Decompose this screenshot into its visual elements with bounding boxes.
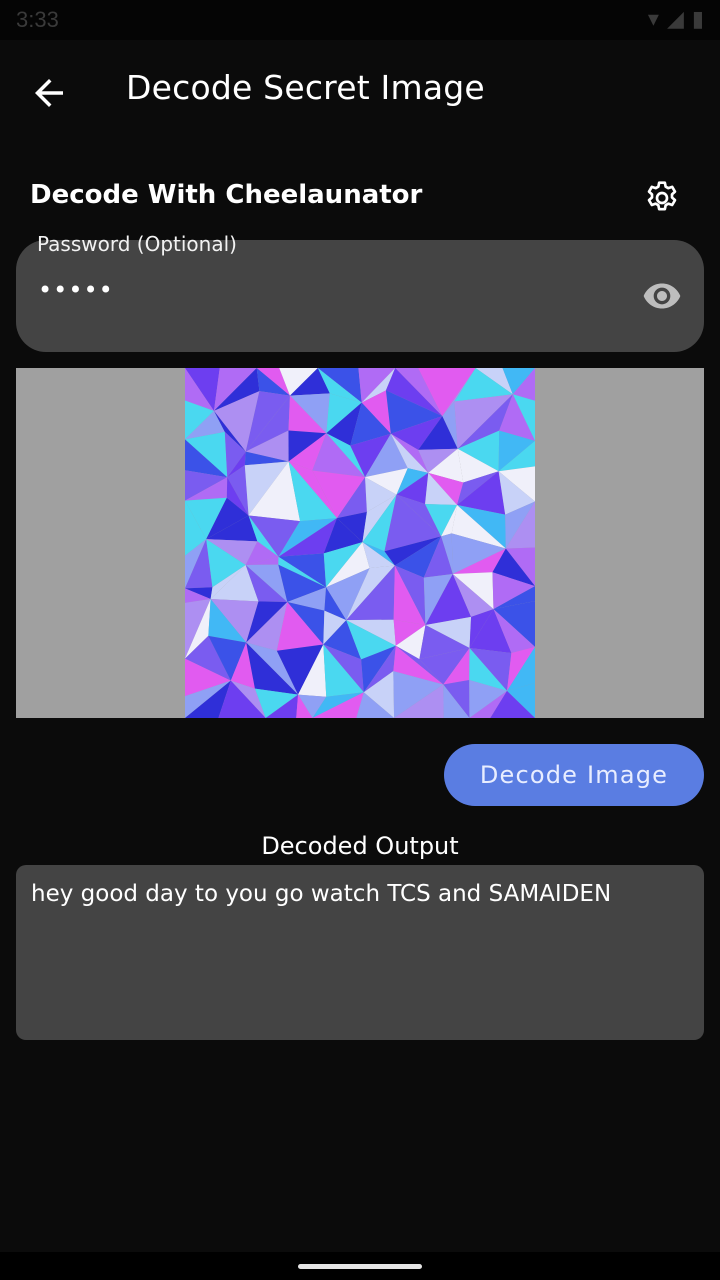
home-indicator[interactable]	[298, 1264, 422, 1269]
decoded-output-field[interactable]: hey good day to you go watch TCS and SAM…	[16, 865, 704, 1040]
screen: 3:33 ▾ ◢ ▮ Decode Secret Image Decode Wi…	[0, 0, 720, 1280]
wifi-icon: ▾	[647, 7, 659, 32]
status-bar: 3:33 ▾ ◢ ▮	[0, 0, 720, 40]
decode-image-button[interactable]: Decode Image	[444, 744, 704, 806]
section-title: Decode With Cheelaunator	[30, 180, 423, 210]
image-preview[interactable]	[16, 368, 704, 718]
page-title: Decode Secret Image	[126, 68, 485, 107]
signal-icon: ◢	[666, 7, 684, 32]
password-value[interactable]: •••••	[38, 276, 114, 304]
arrow-left-icon[interactable]	[28, 72, 70, 114]
decoded-output-text[interactable]: hey good day to you go watch TCS and SAM…	[31, 881, 611, 907]
eye-icon[interactable]	[640, 276, 684, 316]
password-label: Password (Optional)	[37, 232, 237, 256]
password-field[interactable]: •••••	[16, 240, 704, 352]
output-label: Decoded Output	[261, 832, 459, 860]
battery-icon: ▮	[691, 7, 704, 32]
gear-icon[interactable]	[642, 178, 682, 218]
secret-image	[185, 368, 535, 718]
navigation-bar	[0, 1252, 720, 1280]
status-icons: ▾ ◢ ▮	[648, 7, 704, 32]
status-time: 3:33	[16, 7, 59, 32]
app-bar: Decode Secret Image	[0, 40, 720, 144]
